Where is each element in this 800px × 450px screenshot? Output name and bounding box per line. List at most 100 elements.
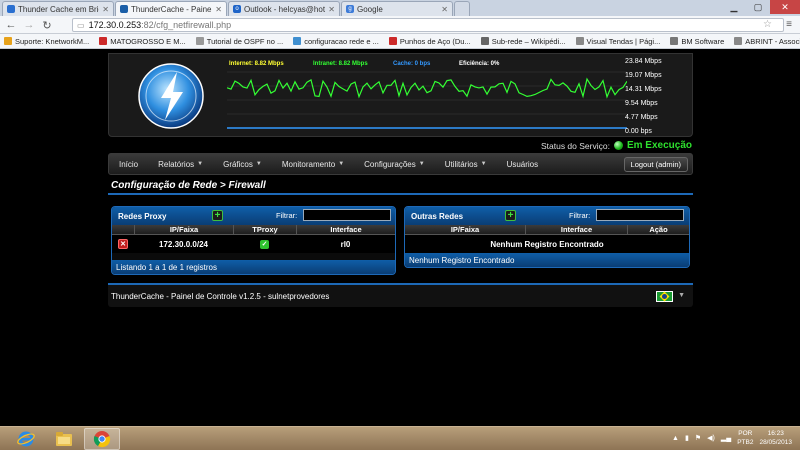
minimize-icon[interactable]: ▁	[722, 0, 746, 14]
forward-icon[interactable]: →	[22, 18, 36, 32]
ip-cell: 172.30.0.0/24	[159, 239, 208, 249]
proxy-filter-input[interactable]	[303, 209, 391, 221]
address-bar[interactable]: ▭ 172.30.0.253:82/cfg_netfirewall.php	[72, 18, 784, 32]
main-nav: Início Relatórios ▼ Gráficos ▼ Monitoramen…	[108, 153, 693, 175]
delete-icon[interactable]: ✕	[118, 239, 128, 249]
add-proxy-network-button[interactable]: +	[212, 210, 223, 221]
close-icon[interactable]: ✕	[328, 5, 335, 14]
table-header: IP/Faixa Interface Ação	[405, 225, 689, 235]
nav-usuarios[interactable]: Usuários	[497, 160, 549, 169]
bookmark[interactable]: configuracao rede e ...	[293, 37, 379, 46]
bookmark[interactable]: MATOGROSSO E M...	[99, 37, 186, 46]
bookmark[interactable]: Suporte: KnetworkM...	[4, 37, 89, 46]
maximize-icon[interactable]: ▢	[746, 0, 770, 14]
legend-internet: Internet: 8.82 Mbps	[229, 61, 284, 67]
browser-toolbar: ← → ↻ ▭ 172.30.0.253:82/cfg_netfirewall.…	[0, 16, 800, 34]
arrow-up-icon[interactable]: ▲	[672, 435, 679, 442]
wikipedia-icon	[480, 37, 489, 45]
bookmark[interactable]: Punhos de Aço (Du...	[388, 37, 471, 46]
nav-graficos[interactable]: Gráficos ▼	[213, 160, 272, 169]
youtube-icon	[388, 37, 397, 45]
tab-google[interactable]: g Google ✕	[341, 1, 453, 16]
tab-thundercache-painel[interactable]: ThunderCache - Painel de ✕	[115, 1, 227, 16]
graph-legend: Internet: 8.82 Mbps Intranet: 8.82 Mbps …	[227, 60, 627, 130]
nav-utilitarios[interactable]: Utilitários ▼	[435, 160, 497, 169]
wifi-icon[interactable]: ▂▄	[721, 434, 731, 442]
google-icon: g	[346, 5, 354, 13]
column-header[interactable]: TProxy	[233, 225, 296, 234]
volume-icon[interactable]: ◀)	[707, 434, 715, 442]
page-icon	[734, 37, 743, 45]
bookmark[interactable]: Sub-rede – Wikipédi...	[480, 37, 566, 46]
column-header[interactable]: Interface	[296, 225, 395, 234]
system-tray: ▲ ▮ ⚑ ◀) ▂▄ POR PTB2 16:23 28/05/2013	[672, 429, 792, 447]
browser-tabstrip: Thunder Cache em Bridg ✕ ThunderCache - …	[0, 0, 800, 16]
proxy-networks-panel: Redes Proxy + Filtrar: IP/Faixa TProxy I…	[111, 206, 396, 275]
tproxy-check-icon: ✓	[260, 239, 269, 249]
legend-cache: Cache: 0 bps	[393, 61, 431, 67]
y-tick: 0.00 bps	[625, 128, 652, 135]
legend-eficiencia: Eficiência: 0%	[459, 61, 500, 67]
column-header[interactable]: Ação	[627, 225, 689, 234]
nav-relatorios[interactable]: Relatórios ▼	[148, 160, 213, 169]
reload-icon[interactable]: ↻	[40, 18, 54, 32]
clock[interactable]: 16:23 28/05/2013	[759, 429, 792, 447]
logout-button[interactable]: Logout (admin)	[623, 157, 688, 172]
network-icon[interactable]: ▮	[685, 434, 689, 442]
tab-title: ThunderCache - Painel de	[131, 4, 213, 14]
page-icon	[195, 37, 204, 45]
bookmark[interactable]: BM Software	[670, 37, 724, 46]
tab-title: Google	[357, 4, 383, 14]
bookmark[interactable]: Visual Tendas | Pági...	[575, 37, 660, 46]
star-icon[interactable]: ☆	[763, 19, 772, 30]
chrome-taskbar-button[interactable]	[84, 428, 120, 450]
caret-down-icon[interactable]: ▼	[678, 292, 685, 299]
address-host: 172.30.0.253	[88, 20, 142, 30]
page-info-icon: ▭	[77, 20, 85, 30]
flag-icon[interactable]: ⚑	[695, 434, 701, 442]
column-header[interactable]: IP/Faixa	[405, 225, 525, 234]
close-window-icon[interactable]: ✕	[770, 0, 800, 14]
caret-down-icon: ▼	[338, 161, 345, 167]
caret-down-icon: ▼	[480, 161, 487, 167]
close-icon[interactable]: ✕	[102, 5, 109, 14]
column-header[interactable]: Interface	[525, 225, 627, 234]
panel-header: Redes Proxy + Filtrar:	[112, 207, 395, 225]
records-count: Nenhum Registro Encontrado	[405, 253, 689, 267]
bookmark-icon	[4, 37, 12, 45]
file-explorer-button[interactable]	[46, 428, 82, 450]
menu-icon[interactable]: ≡	[786, 19, 792, 30]
y-tick: 14.31 Mbps	[625, 86, 662, 93]
legend-intranet: Intranet: 8.82 Mbps	[313, 61, 368, 67]
tab-outlook[interactable]: o Outlook - helcyas@hotm ✕	[228, 1, 340, 16]
close-icon[interactable]: ✕	[215, 5, 222, 14]
tab-title: Outlook - helcyas@hotm	[244, 4, 326, 14]
page-icon	[7, 5, 15, 13]
folder-icon	[56, 432, 72, 446]
close-icon[interactable]: ✕	[441, 5, 448, 14]
nav-configuracoes[interactable]: Configurações ▼	[354, 160, 435, 169]
panel-header: Outras Redes + Filtrar:	[405, 207, 689, 225]
brazil-flag-icon[interactable]	[656, 291, 673, 302]
bookmark[interactable]: ABRINT - Associaçã...	[734, 37, 800, 46]
filter-label: Filtrar:	[569, 211, 591, 220]
column-header[interactable]: IP/Faixa	[134, 225, 233, 234]
nav-inicio[interactable]: Início	[109, 160, 148, 169]
page-icon	[120, 5, 128, 13]
caret-down-icon: ▼	[418, 161, 425, 167]
tab-thunder-cache-bridge[interactable]: Thunder Cache em Bridg ✕	[2, 1, 114, 16]
new-tab-button[interactable]	[454, 1, 470, 16]
other-filter-input[interactable]	[596, 209, 684, 221]
page-content: Internet: 8.82 Mbps Intranet: 8.82 Mbps …	[0, 49, 800, 426]
back-icon[interactable]: ←	[4, 18, 18, 32]
page-title: Configuração de Rede > Firewall	[108, 180, 693, 195]
language-indicator[interactable]: POR PTB2	[737, 429, 753, 447]
nav-monitoramento[interactable]: Monitoramento ▼	[272, 160, 354, 169]
add-other-network-button[interactable]: +	[505, 210, 516, 221]
graph-y-axis: 23.84 Mbps 19.07 Mbps 14.31 Mbps 9.54 Mb…	[625, 58, 685, 136]
windows-taskbar: ▲ ▮ ⚑ ◀) ▂▄ POR PTB2 16:23 28/05/2013	[0, 426, 800, 450]
tab-title: Thunder Cache em Bridg	[18, 4, 100, 14]
internet-explorer-button[interactable]	[8, 428, 44, 450]
bookmark[interactable]: Tutorial de OSPF no ...	[195, 37, 283, 46]
y-tick: 19.07 Mbps	[625, 72, 662, 79]
